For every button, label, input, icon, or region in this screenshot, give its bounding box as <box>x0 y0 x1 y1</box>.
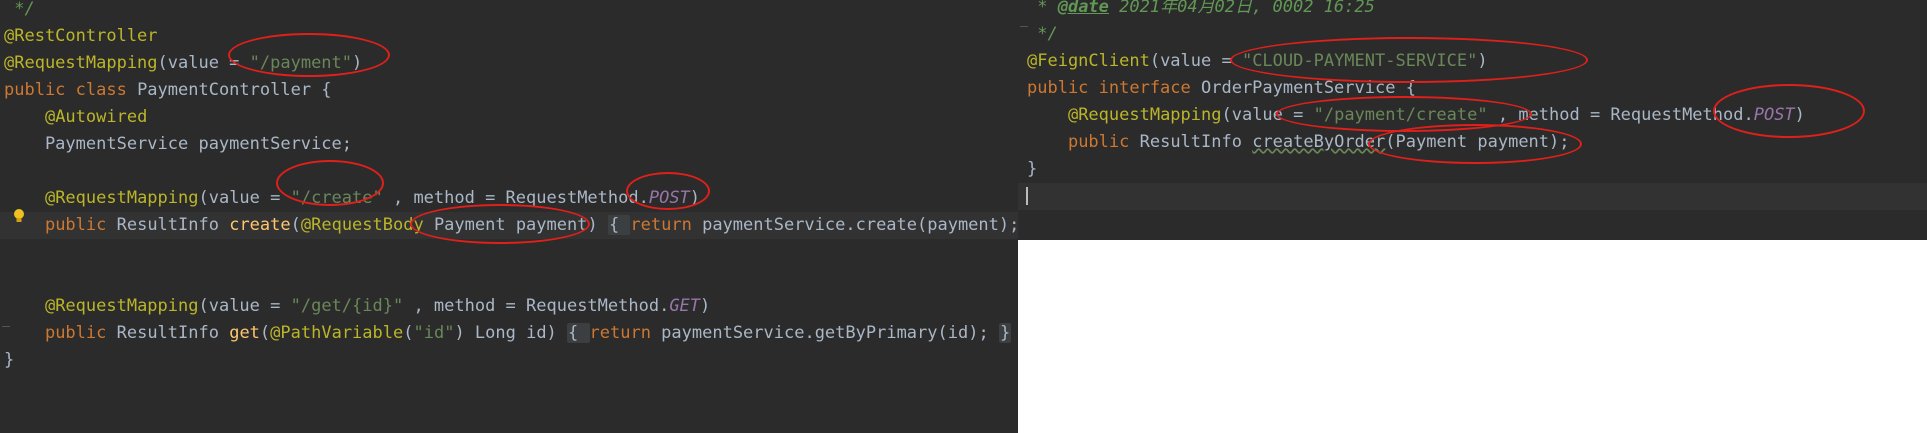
code-token: GET <box>669 296 701 316</box>
code-token: 2021年04月02日, 0002 16:25 <box>1108 0 1375 17</box>
code-token: public <box>44 323 117 343</box>
code-token: @RestController <box>4 26 158 46</box>
code-line[interactable]: public class PaymentController { <box>0 77 332 104</box>
code-token: ) <box>700 296 711 316</box>
code-token: public <box>1067 132 1140 152</box>
code-token: */ <box>4 0 35 19</box>
code-token: "id" <box>413 323 455 343</box>
code-token: ( <box>259 323 271 343</box>
left-editor-pane[interactable]: */@RestController @RequestMapping(value =… <box>0 0 1018 433</box>
code-line[interactable]: @RequestMapping(value = "/create" , meth… <box>0 185 700 212</box>
code-token: return <box>630 215 703 235</box>
code-token: public interface <box>1027 78 1201 98</box>
code-token: (Payment payment); <box>1385 132 1570 152</box>
code-line[interactable] <box>0 158 4 185</box>
code-token: public class <box>4 80 138 100</box>
code-line[interactable] <box>0 266 4 293</box>
code-token: @Autowired <box>44 107 148 127</box>
code-token: ) <box>1794 105 1805 125</box>
code-token: create <box>229 215 291 235</box>
code-token: , method = RequestMethod. <box>1487 105 1754 125</box>
code-token: (value = <box>198 296 291 316</box>
code-token: ) <box>689 188 701 208</box>
code-token: } <box>1027 159 1038 179</box>
code-line[interactable]: public interface OrderPaymentService { <box>1018 75 1416 102</box>
code-token: POST <box>1753 105 1795 125</box>
code-token: "/payment/create" <box>1313 105 1488 125</box>
code-token: createByOrder <box>1252 132 1386 152</box>
code-token: { <box>567 323 590 343</box>
code-line[interactable]: @RequestMapping(value = "/get/{id}" , me… <box>0 293 710 320</box>
code-token: */ <box>1027 24 1058 44</box>
code-token: (value = <box>1221 105 1314 125</box>
code-line[interactable]: public ResultInfo get(@PathVariable("id"… <box>0 320 1012 347</box>
code-line[interactable] <box>0 239 4 266</box>
code-token: paymentService.getByPrimary(id); <box>661 323 999 343</box>
code-line[interactable]: */ <box>0 0 35 23</box>
code-line[interactable]: @RestController <box>0 23 158 50</box>
code-line[interactable]: * @date 2021年04月02日, 0002 16:25 <box>1018 0 1375 21</box>
gutter-fold-marker[interactable] <box>2 326 10 327</box>
code-token: (value = <box>1149 51 1242 71</box>
code-token: ( <box>403 323 414 343</box>
code-token: "/payment" <box>249 53 353 73</box>
code-token: @FeignClient <box>1027 51 1150 71</box>
code-token: "CLOUD-PAYMENT-SERVICE" <box>1241 51 1478 71</box>
code-token: "/create" <box>290 188 383 208</box>
right-editor-pane[interactable]: * @date 2021年04月02日, 0002 16:25 */ @Feign… <box>1018 0 1927 240</box>
bulb-icon[interactable] <box>12 208 26 224</box>
code-token: @PathVariable <box>270 323 404 343</box>
code-line[interactable]: PaymentService paymentService; <box>0 131 352 158</box>
code-token: ) <box>352 53 363 73</box>
code-token: } <box>998 323 1012 343</box>
code-token: (value = <box>157 53 250 73</box>
code-token: get <box>229 323 260 343</box>
code-token: * <box>1027 0 1058 17</box>
code-token: ( <box>290 215 301 235</box>
code-line[interactable]: @RequestMapping(value = "/payment") <box>0 50 362 77</box>
code-token: { <box>607 215 631 235</box>
code-token: POST <box>648 188 690 208</box>
code-token: ResultInfo <box>116 323 230 343</box>
code-token: ResultInfo <box>116 215 230 235</box>
code-token: , method = RequestMethod. <box>403 296 670 316</box>
code-line[interactable]: @RequestMapping(value = "/payment/create… <box>1018 102 1805 129</box>
code-token: "/get/{id}" <box>290 296 404 316</box>
code-line[interactable]: } <box>1018 156 1037 183</box>
code-line[interactable]: public ResultInfo create(@RequestBody Pa… <box>0 212 1018 239</box>
code-token: } <box>4 350 15 370</box>
code-line[interactable]: } <box>0 347 14 374</box>
code-token: PaymentService paymentService; <box>4 134 352 154</box>
code-token: @RequestBody <box>300 215 434 235</box>
gutter-fold-marker[interactable] <box>1020 26 1028 27</box>
code-line[interactable]: public ResultInfo createByOrder(Payment … <box>1018 129 1570 156</box>
code-token: @date <box>1057 0 1109 17</box>
code-token: OrderPaymentService { <box>1201 78 1416 98</box>
code-token: @RequestMapping <box>4 53 158 73</box>
code-token: ) Long id) <box>454 323 568 343</box>
code-token: , method = RequestMethod. <box>382 188 649 208</box>
code-line[interactable]: @Autowired <box>0 104 147 131</box>
code-token: PaymentController { <box>137 80 332 100</box>
code-token: @RequestMapping <box>1067 105 1222 125</box>
code-token: (value = <box>198 188 291 208</box>
code-token: ResultInfo <box>1139 132 1253 152</box>
code-token: public <box>44 215 117 235</box>
code-line[interactable] <box>1018 183 1927 210</box>
code-token: Payment payment) <box>433 215 608 235</box>
code-token: ) <box>1477 51 1488 71</box>
code-token: @RequestMapping <box>44 188 199 208</box>
code-token: @RequestMapping <box>44 296 199 316</box>
text-caret <box>1026 187 1028 205</box>
code-token: return <box>589 323 662 343</box>
code-line[interactable]: @FeignClient(value = "CLOUD-PAYMENT-SERV… <box>1018 48 1488 75</box>
code-token: paymentService.create(payment); <box>702 215 1018 235</box>
